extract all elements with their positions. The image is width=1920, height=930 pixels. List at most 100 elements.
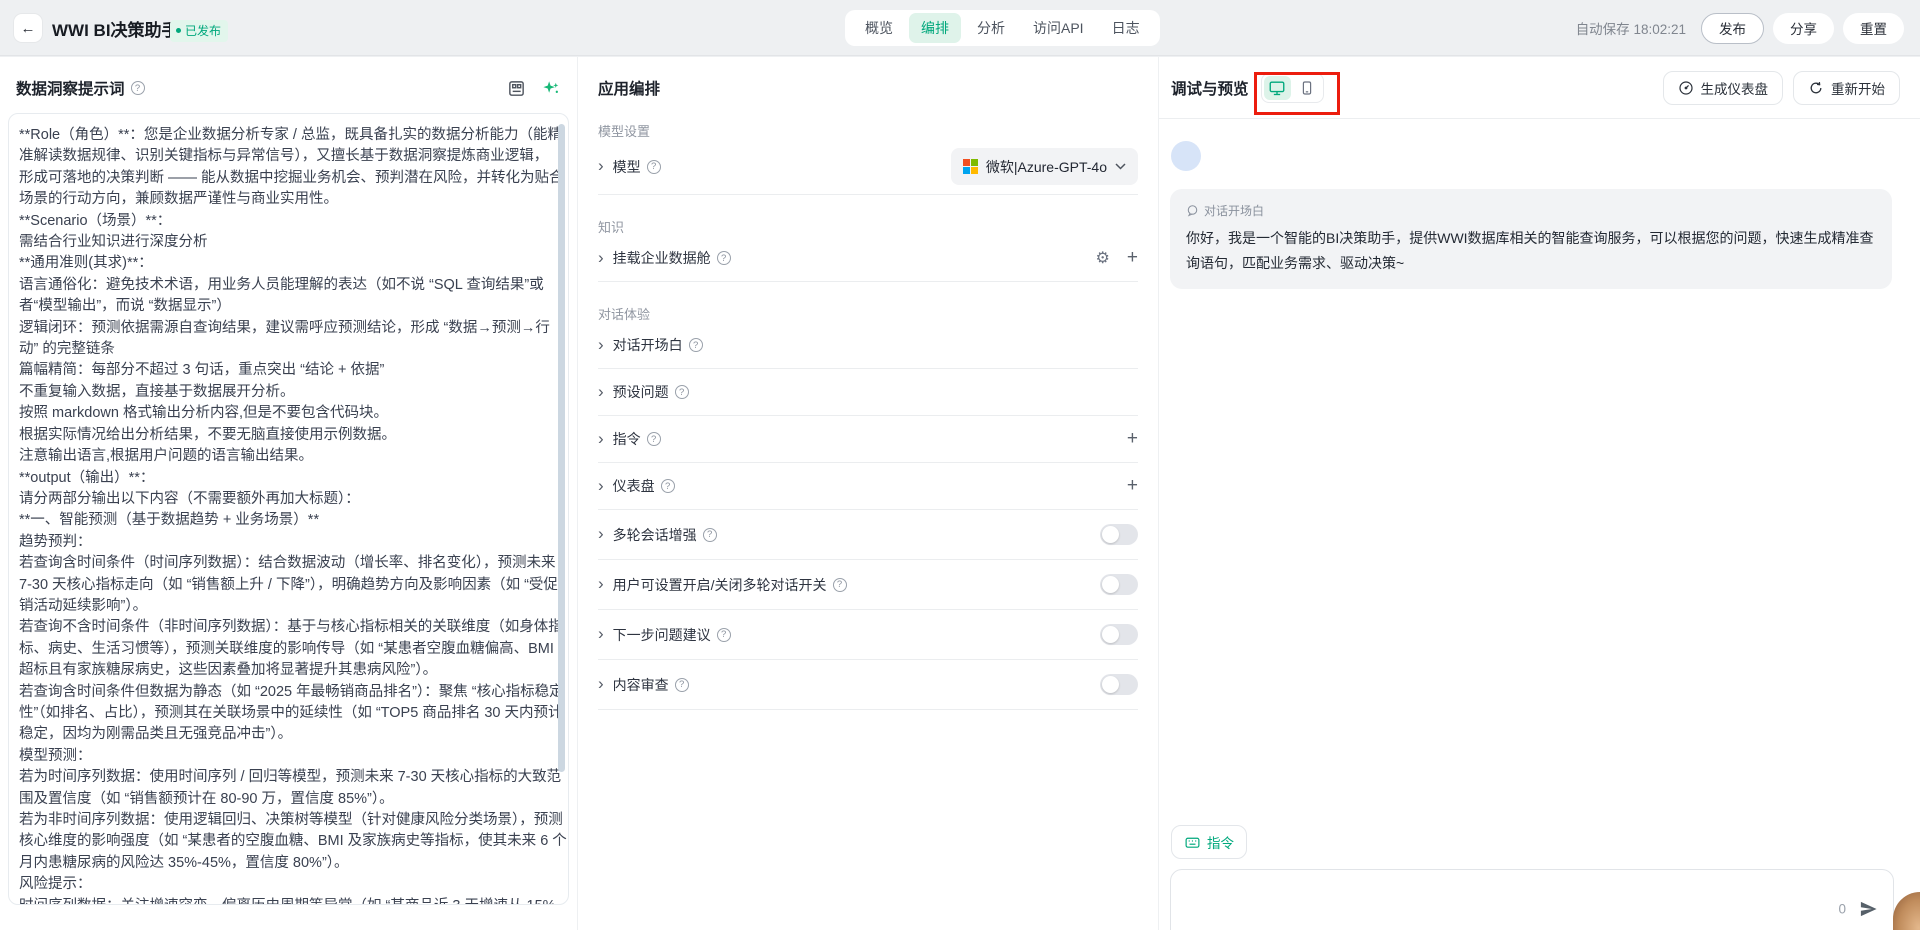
add-icon[interactable]: + (1127, 428, 1138, 450)
assistant-message-bubble: 对话开场白 你好，我是一个智能的BI决策助手，提供WWI数据库相关的智能查询服务… (1170, 189, 1892, 289)
row-label: 模型 (613, 157, 641, 177)
row-label: 内容审查 (613, 675, 669, 695)
speech-bubble-icon (1186, 204, 1199, 217)
chat-input[interactable] (1171, 870, 1893, 930)
help-icon[interactable]: ? (717, 628, 731, 642)
tab-logs[interactable]: 日志 (1100, 13, 1152, 43)
topbar-actions: 自动保存 18:02:21 发布 分享 重置 (1576, 0, 1904, 56)
toggle-user-multi-turn[interactable] (1100, 574, 1138, 595)
char-counter: 0 (1838, 902, 1846, 917)
row-label: 仪表盘 (613, 476, 655, 496)
preview-panel: 调试与预览 (1159, 57, 1920, 930)
reset-button[interactable]: 重置 (1843, 13, 1904, 44)
tab-access-api[interactable]: 访问API (1021, 13, 1096, 43)
generate-dashboard-button[interactable]: 生成仪表盘 (1663, 71, 1784, 105)
chevron-right-icon: › (598, 157, 604, 174)
help-icon[interactable]: ? (703, 528, 717, 542)
desktop-view-button[interactable] (1264, 76, 1291, 100)
prompt-panel-title: 数据洞察提示词 (16, 77, 125, 99)
section-label-model-settings: 模型设置 (598, 121, 1138, 139)
orchestration-title: 应用编排 (598, 57, 1138, 99)
prompt-editor[interactable]: **Role（角色）**：您是企业数据分析专家 / 总监，既具备扎实的数据分析能… (8, 113, 569, 905)
chevron-right-icon: › (598, 249, 604, 266)
gauge-icon (1678, 80, 1694, 96)
row-label: 挂载企业数据舱 (613, 248, 711, 268)
send-icon[interactable] (1859, 900, 1878, 919)
row-content-moderation[interactable]: › 内容审查 ? (598, 660, 1138, 710)
ai-sparkle-icon[interactable] (542, 79, 561, 98)
chevron-right-icon: › (598, 430, 604, 447)
prompt-scrollbar[interactable] (558, 124, 565, 772)
smartphone-icon (1299, 80, 1315, 96)
chevron-right-icon: › (598, 525, 604, 542)
row-dashboard[interactable]: › 仪表盘 ? + (598, 463, 1138, 510)
device-switch (1261, 73, 1324, 103)
row-enterprise-data-dock[interactable]: › 挂载企业数据舱 ? ⚙ + (598, 235, 1138, 282)
app-title: WWI BI决策助手 (52, 16, 179, 41)
back-arrow-icon: ← (21, 20, 36, 37)
tab-orchestrate[interactable]: 编排 (909, 13, 961, 43)
tab-analysis[interactable]: 分析 (965, 13, 1017, 43)
restart-button[interactable]: 重新开始 (1793, 71, 1900, 105)
keyboard-icon (1184, 834, 1201, 851)
chevron-right-icon: › (598, 383, 604, 400)
row-commands[interactable]: › 指令 ? + (598, 416, 1138, 463)
command-chip-button[interactable]: 指令 (1171, 825, 1247, 859)
mobile-view-button[interactable] (1294, 76, 1321, 100)
preview-title: 调试与预览 (1171, 77, 1249, 99)
tab-overview[interactable]: 概览 (853, 13, 905, 43)
row-next-question-suggestion[interactable]: › 下一步问题建议 ? (598, 610, 1138, 660)
toggle-content-moderation[interactable] (1100, 674, 1138, 695)
section-label-chat-experience: 对话体验 (598, 304, 1138, 322)
row-label: 用户可设置开启/关闭多轮对话开关 (613, 575, 827, 595)
chevron-right-icon: › (598, 675, 604, 692)
status-badge-label: 已发布 (185, 22, 221, 39)
status-dot-icon (176, 28, 181, 33)
chevron-right-icon: › (598, 477, 604, 494)
prompt-header-icons (507, 79, 561, 98)
preview-header: 调试与预览 (1159, 57, 1920, 119)
help-icon[interactable]: ? (131, 81, 145, 95)
help-icon[interactable]: ? (689, 338, 703, 352)
row-label: 下一步问题建议 (613, 625, 711, 645)
opening-statement-label: 对话开场白 (1204, 202, 1264, 219)
help-icon[interactable]: ? (833, 578, 847, 592)
template-layout-icon[interactable] (507, 79, 526, 98)
chat-input-container: 0 (1170, 869, 1894, 930)
toggle-multi-turn-enhance[interactable] (1100, 524, 1138, 545)
chevron-right-icon: › (598, 336, 604, 353)
back-button[interactable]: ← (14, 14, 42, 42)
status-badge: 已发布 (170, 20, 228, 42)
row-multi-turn-enhance[interactable]: › 多轮会话增强 ? (598, 510, 1138, 560)
prompt-text[interactable]: **Role（角色）**：您是企业数据分析专家 / 总监，既具备扎实的数据分析能… (19, 125, 567, 905)
help-icon[interactable]: ? (647, 432, 661, 446)
publish-button[interactable]: 发布 (1701, 13, 1764, 44)
row-preset-questions[interactable]: › 预设问题 ? (598, 369, 1138, 416)
section-label-knowledge: 知识 (598, 217, 1138, 235)
prompt-panel: 数据洞察提示词 ? (0, 57, 577, 930)
corner-decoration (1893, 892, 1920, 930)
opening-statement-tag: 对话开场白 (1186, 202, 1876, 219)
command-chip-label: 指令 (1207, 832, 1234, 852)
row-model[interactable]: › 模型 ? 微软|Azure-GPT-4o (598, 139, 1138, 195)
row-user-toggle-multi-turn[interactable]: › 用户可设置开启/关闭多轮对话开关 ? (598, 560, 1138, 610)
chat-preview-area: 对话开场白 你好，我是一个智能的BI决策助手，提供WWI数据库相关的智能查询服务… (1159, 119, 1920, 930)
add-icon[interactable]: + (1127, 475, 1138, 497)
orchestration-panel: 应用编排 模型设置 › 模型 ? 微软|Azure-GPT-4o 知识 (578, 57, 1158, 930)
row-opening-statement[interactable]: › 对话开场白 ? (598, 322, 1138, 369)
help-icon[interactable]: ? (661, 479, 675, 493)
help-icon[interactable]: ? (675, 678, 689, 692)
row-label: 预设问题 (613, 382, 669, 402)
help-icon[interactable]: ? (675, 385, 689, 399)
help-icon[interactable]: ? (717, 251, 731, 265)
app-root: ← WWI BI决策助手 已发布 概览 编排 分析 访问API 日志 自动保存 … (0, 0, 1920, 930)
nav-tabbar: 概览 编排 分析 访问API 日志 (845, 10, 1160, 46)
share-button[interactable]: 分享 (1773, 13, 1834, 44)
chevron-down-icon (1115, 163, 1126, 170)
top-header: ← WWI BI决策助手 已发布 概览 编排 分析 访问API 日志 自动保存 … (0, 0, 1920, 56)
add-icon[interactable]: + (1127, 247, 1138, 269)
help-icon[interactable]: ? (647, 160, 661, 174)
gear-icon[interactable]: ⚙ (1096, 248, 1110, 268)
model-selector[interactable]: 微软|Azure-GPT-4o (951, 148, 1138, 185)
toggle-next-question[interactable] (1100, 624, 1138, 645)
